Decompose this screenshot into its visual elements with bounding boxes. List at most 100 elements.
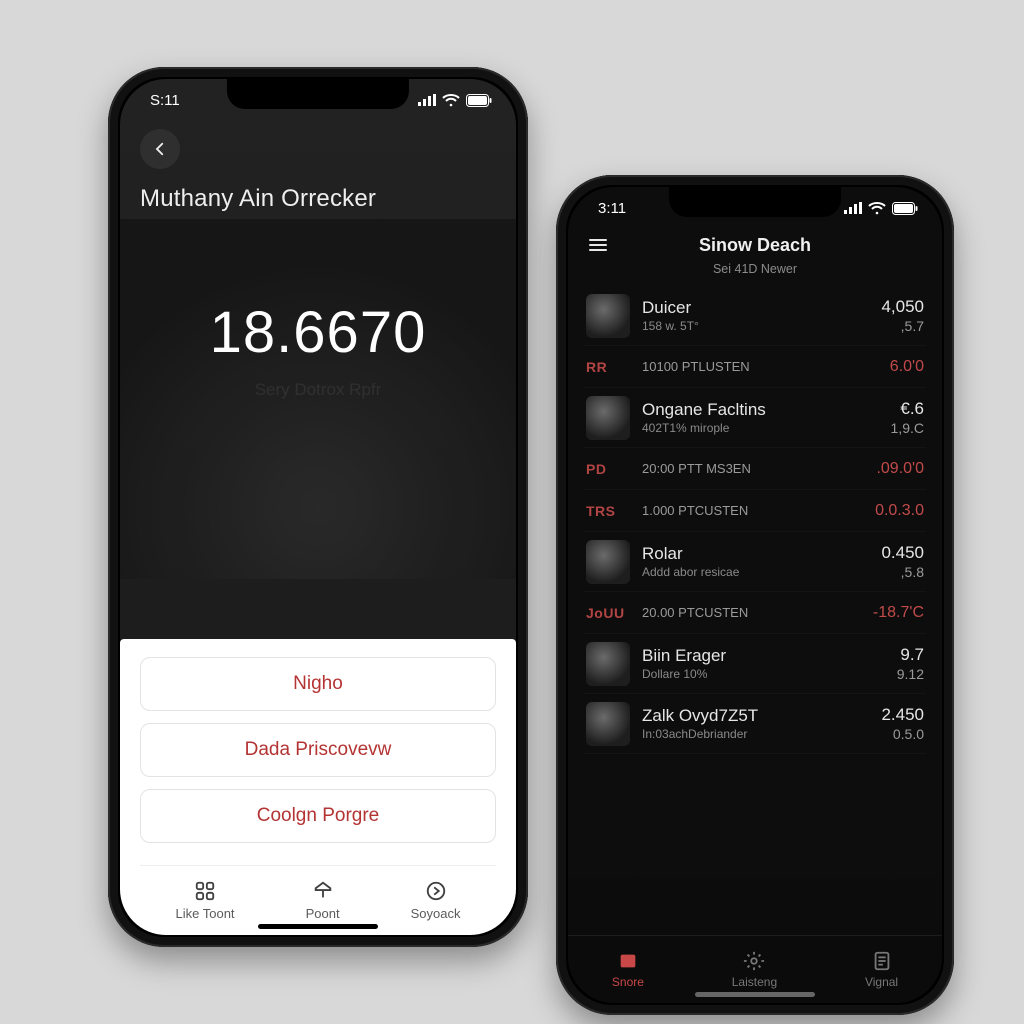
- list-row[interactable]: RR10100 PTLUSTEN6.0'0: [584, 346, 926, 388]
- screen: S:11 Muthany Ain Orrecker 18.6670 Sery: [120, 79, 516, 935]
- row-text: RolarAddd abor resicae: [642, 544, 881, 579]
- battery-icon: [466, 94, 492, 107]
- list-row[interactable]: PD 20:00 PTT MS3EN.09.0'0: [584, 448, 926, 490]
- row-code: JoUU: [586, 605, 630, 621]
- row-title: Rolar: [642, 544, 881, 564]
- row-subtitle: Addd abor resicae: [642, 565, 881, 579]
- row-values: .09.0'0: [876, 460, 924, 478]
- wifi-icon: [868, 202, 886, 215]
- list-row[interactable]: RolarAddd abor resicae0.450,5.8: [584, 532, 926, 592]
- option-label: Nigho: [293, 673, 343, 695]
- tab-label: Poont: [306, 906, 340, 921]
- row-values: 9.79.12: [897, 645, 924, 682]
- row-values: €.61,9.C: [891, 399, 924, 436]
- row-value-primary: 0.0.3.0: [875, 502, 924, 520]
- bookmark-icon: [312, 880, 334, 902]
- engine-background-image: [120, 219, 516, 579]
- arrow-left-icon: [151, 140, 169, 158]
- row-value-primary: 9.7: [897, 645, 924, 665]
- notch: [669, 187, 841, 217]
- phone-right: 3:11 Sinow Deach Sei 41D Newer Duicer158…: [556, 175, 954, 1015]
- row-title: Biin Erager: [642, 646, 897, 666]
- notch: [227, 79, 409, 109]
- headline-value: 18.6670: [120, 299, 516, 366]
- option-button-1[interactable]: Nigho: [140, 657, 496, 711]
- row-title: Duicer: [642, 298, 881, 318]
- tab-label: Soyoack: [411, 906, 461, 921]
- list-row[interactable]: TRS1.000 PTCUSTEN0.0.3.0: [584, 490, 926, 532]
- grid-icon: [194, 880, 216, 902]
- row-values: 0.0.3.0: [875, 502, 924, 520]
- row-subtitle: Dollare 10%: [642, 667, 897, 681]
- status-time: 3:11: [598, 200, 626, 217]
- row-value-secondary: ,5.8: [881, 564, 924, 580]
- row-value-primary: 0.450: [881, 543, 924, 563]
- list-row[interactable]: Duicer158 w. 5T°4,050,5.7: [584, 286, 926, 346]
- tab-snore[interactable]: Snore: [612, 950, 644, 989]
- tab-label: Snore: [612, 975, 644, 989]
- row-text: 20.00 PTCUSTEN: [642, 605, 873, 620]
- row-value-primary: 2.450: [881, 705, 924, 725]
- chevron-circle-icon: [425, 880, 447, 902]
- row-text: Zalk Ovyd7Z5TIn:03achDebriander: [642, 706, 881, 741]
- row-values: 2.4500.5.0: [881, 705, 924, 742]
- list-row[interactable]: Zalk Ovyd7Z5TIn:03achDebriander2.4500.5.…: [584, 694, 926, 754]
- row-title: Zalk Ovyd7Z5T: [642, 706, 881, 726]
- option-button-3[interactable]: Coolgn Porgre: [140, 789, 496, 843]
- list-row[interactable]: Biin EragerDollare 10%9.79.12: [584, 634, 926, 694]
- row-code: RR: [586, 359, 630, 375]
- cellular-icon: [844, 202, 862, 214]
- bottom-sheet: Nigho Dada Priscovevw Coolgn Porgre Like…: [120, 639, 516, 935]
- header: Muthany Ain Orrecker: [120, 121, 516, 219]
- row-text: Biin EragerDollare 10%: [642, 646, 897, 681]
- page-subtitle: Sei 41D Newer: [568, 262, 942, 276]
- status-right: [418, 94, 492, 107]
- tab-laisteng[interactable]: Laisteng: [732, 950, 777, 989]
- row-title: 20:00 PTT MS3EN: [642, 461, 876, 476]
- tab-poont[interactable]: Poont: [306, 880, 340, 921]
- phone-left: S:11 Muthany Ain Orrecker 18.6670 Sery: [108, 67, 528, 947]
- row-thumbnail: [586, 642, 630, 686]
- row-values: 4,050,5.7: [881, 297, 924, 334]
- list-row[interactable]: Ongane Facltins402T1% mirople€.61,9.C: [584, 388, 926, 448]
- fade-overlay: [568, 863, 942, 943]
- header: Sinow Deach: [568, 229, 942, 260]
- status-right: [844, 202, 918, 215]
- row-values: 0.450,5.8: [881, 543, 924, 580]
- row-subtitle: In:03achDebriander: [642, 727, 881, 741]
- row-value-secondary: ,5.7: [881, 318, 924, 334]
- row-value-primary: 4,050: [881, 297, 924, 317]
- home-indicator[interactable]: [695, 992, 815, 997]
- document-icon: [871, 950, 893, 972]
- option-button-2[interactable]: Dada Priscovevw: [140, 723, 496, 777]
- row-title: 20.00 PTCUSTEN: [642, 605, 873, 620]
- row-code: PD: [586, 461, 630, 477]
- row-value-primary: €.6: [891, 399, 924, 419]
- row-subtitle: 402T1% mirople: [642, 421, 891, 435]
- back-button[interactable]: [140, 129, 180, 169]
- row-value-secondary: 0.5.0: [881, 726, 924, 742]
- card-icon: [617, 950, 639, 972]
- page-title: Muthany Ain Orrecker: [140, 185, 496, 213]
- gear-icon: [743, 950, 765, 972]
- row-thumbnail: [586, 294, 630, 338]
- row-text: Duicer158 w. 5T°: [642, 298, 881, 333]
- page-title: Sinow Deach: [699, 235, 811, 256]
- row-values: -18.7'C: [873, 604, 924, 622]
- battery-icon: [892, 202, 918, 215]
- tab-vignal[interactable]: Vignal: [865, 950, 898, 989]
- tab-soyoack[interactable]: Soyoack: [411, 880, 461, 921]
- cellular-icon: [418, 94, 436, 106]
- menu-button[interactable]: [586, 233, 610, 262]
- row-title: 1.000 PTCUSTEN: [642, 503, 875, 518]
- row-text: 20:00 PTT MS3EN: [642, 461, 876, 476]
- list-row[interactable]: JoUU 20.00 PTCUSTEN-18.7'C: [584, 592, 926, 634]
- data-list[interactable]: Duicer158 w. 5T°4,050,5.7RR10100 PTLUSTE…: [568, 276, 942, 754]
- row-value-primary: .09.0'0: [876, 460, 924, 478]
- row-value-primary: -18.7'C: [873, 604, 924, 622]
- option-label: Coolgn Porgre: [257, 805, 380, 827]
- option-label: Dada Priscovevw: [245, 739, 392, 761]
- tab-like[interactable]: Like Toont: [176, 880, 235, 921]
- row-title: Ongane Facltins: [642, 400, 891, 420]
- home-indicator[interactable]: [258, 924, 378, 929]
